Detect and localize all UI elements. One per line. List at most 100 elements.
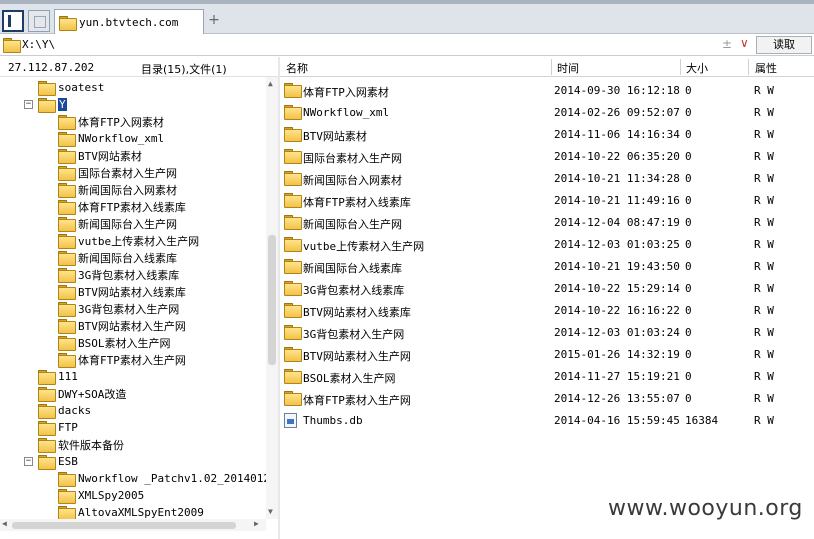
file-row[interactable]: BTV网站素材 2014-11-06 14:16:34 0 R W [280,124,814,146]
tree-horizontal-scrollbar[interactable]: ◀ ▶ [0,519,266,531]
tree-item[interactable]: BSOL素材入生产网 [58,334,171,351]
folder-icon [284,83,302,98]
file-attr: R W [754,84,774,97]
file-row[interactable]: 新闻国际台入线素库 2014-10-21 19:43:50 0 R W [280,256,814,278]
tree-item-label: 3G背包素材入线素库 [78,268,180,282]
file-row[interactable]: 国际台素材入生产网 2014-10-22 06:35:20 0 R W [280,146,814,168]
file-size: 0 [685,172,692,185]
scroll-thumb[interactable] [268,235,276,365]
tree-item[interactable]: 体育FTP入网素材 [58,113,164,130]
column-size[interactable]: 大小 [686,60,708,76]
tab-title: yun.btvtech.com [79,15,179,29]
tree-item[interactable]: BTV网站素材入生产网 [58,317,186,334]
folder-icon [58,234,76,249]
scroll-down-icon[interactable]: ▼ [268,507,273,516]
file-row[interactable]: Thumbs.db 2014-04-16 15:59:45 16384 R W [280,410,814,432]
new-tab-button[interactable]: + [206,12,222,30]
file-attr: R W [754,194,774,207]
file-size: 0 [685,282,692,295]
tree-item[interactable]: 3G背包素材入线素库 [58,266,179,283]
file-row[interactable]: vutbe上传素材入生产网 2014-12-03 01:03:25 0 R W [280,234,814,256]
tree-item-label: 软件版本备份 [58,438,124,452]
file-row[interactable]: 新闻国际台入生产网 2014-12-04 08:47:19 0 R W [280,212,814,234]
tree-item[interactable]: 新闻国际台入生产网 [58,215,177,232]
tree-item[interactable]: dacks [38,402,91,419]
column-name[interactable]: 名称 [286,60,308,76]
folder-icon [38,404,56,419]
tree-item[interactable]: FTP [38,419,78,436]
tree-item[interactable]: BTV网站素材 [58,147,142,164]
file-row[interactable]: 新闻国际台入网素材 2014-10-21 11:34:28 0 R W [280,168,814,190]
tree-item[interactable]: 新闻国际台入网素材 [58,181,177,198]
folder-icon [38,387,56,402]
tab-current[interactable]: yun.btvtech.com [54,9,204,34]
scroll-left-icon[interactable]: ◀ [2,519,7,528]
file-attr: R W [754,282,774,295]
file-time: 2014-10-22 06:35:20 [554,150,680,163]
tree-item[interactable]: 国际台素材入生产网 [58,164,177,181]
tree-item[interactable]: 体育FTP素材入线素库 [58,198,186,215]
file-row[interactable]: BTV网站素材入生产网 2015-01-26 14:32:19 0 R W [280,344,814,366]
file-time: 2014-11-06 14:16:34 [554,128,680,141]
file-name: NWorkflow_xml [303,106,390,119]
tree-item[interactable]: 新闻国际台入线素库 [58,249,177,266]
file-name: 体育FTP素材入生产网 [303,394,411,407]
tree-item[interactable]: 3G背包素材入生产网 [58,300,179,317]
tree-item[interactable]: 体育FTP素材入生产网 [58,351,186,368]
tree-expander-icon[interactable]: − [24,457,33,466]
tree-item[interactable]: XMLSpy2005 [58,487,144,504]
file-time: 2014-04-16 15:59:45 [554,414,680,427]
panel-toggle-button[interactable] [2,10,24,32]
tree-item-label: 111 [58,370,78,383]
column-attr[interactable]: 属性 [755,60,777,76]
tree-item-label: 体育FTP素材入生产网 [78,353,186,367]
folder-icon [58,472,76,487]
tree-item-soatest[interactable]: soatest [38,79,104,96]
tree-item[interactable]: 软件版本备份 [38,436,124,453]
tree-item-label: BTV网站素材入线素库 [78,285,186,299]
file-size: 0 [685,150,692,163]
column-time[interactable]: 时间 [557,60,579,76]
tree-vertical-scrollbar[interactable]: ▲ ▼ [266,77,278,519]
file-size: 0 [685,260,692,273]
file-attr: R W [754,238,774,251]
tree-expander-icon[interactable]: − [24,100,33,109]
tree-item[interactable]: vutbe上传素材入生产网 [58,232,199,249]
file-icon [284,413,297,428]
file-time: 2014-10-21 11:34:28 [554,172,680,185]
address-input[interactable]: X:\Y\ [22,38,55,51]
file-row[interactable]: 体育FTP素材入线素库 2014-10-21 11:49:16 0 R W [280,190,814,212]
folder-icon [58,183,76,198]
folder-icon [58,166,76,181]
file-size: 0 [685,348,692,361]
scroll-right-icon[interactable]: ▶ [254,519,259,528]
watermark: www.wooyun.org [608,496,803,521]
file-name: 3G背包素材入线素库 [303,284,405,297]
tree-item-y[interactable]: Y [38,96,67,113]
folder-icon [38,370,56,385]
file-name: 新闻国际台入线素库 [303,262,402,275]
tree-item[interactable]: 111 [38,368,78,385]
scroll-thumb[interactable] [12,522,236,529]
file-row[interactable]: BTV网站素材入线素库 2014-10-22 16:16:22 0 R W [280,300,814,322]
read-button[interactable]: 读取 [756,36,812,54]
folder-icon [284,149,302,164]
file-row[interactable]: BSOL素材入生产网 2014-11-27 15:19:21 0 R W [280,366,814,388]
tree-item[interactable]: BTV网站素材入线素库 [58,283,186,300]
file-name: 国际台素材入生产网 [303,152,402,165]
tree-item-esb[interactable]: ESB [38,453,78,470]
file-row[interactable]: NWorkflow_xml 2014-02-26 09:52:07 0 R W [280,102,814,124]
file-row[interactable]: 体育FTP素材入生产网 2014-12-26 13:55:07 0 R W [280,388,814,410]
tree-item[interactable]: Nworkflow _Patchv1.02_20140123.: [58,470,266,487]
file-row[interactable]: 体育FTP入网素材 2014-09-30 16:12:18 0 R W [280,80,814,102]
tab-switch-button[interactable] [28,10,50,32]
tree-item[interactable]: AltovaXMLSpyEnt2009 [58,504,204,519]
file-row[interactable]: 3G背包素材入生产网 2014-12-03 01:03:24 0 R W [280,322,814,344]
file-size: 0 [685,194,692,207]
tree-item[interactable]: DWY+SOA改造 [38,385,126,402]
tree-item[interactable]: NWorkflow_xml [58,130,164,147]
file-row[interactable]: 3G背包素材入线素库 2014-10-22 15:29:14 0 R W [280,278,814,300]
scroll-up-icon[interactable]: ▲ [268,79,273,88]
up-level-icon[interactable]: ± [722,37,732,51]
chevron-down-icon[interactable]: ∨ [740,36,749,50]
